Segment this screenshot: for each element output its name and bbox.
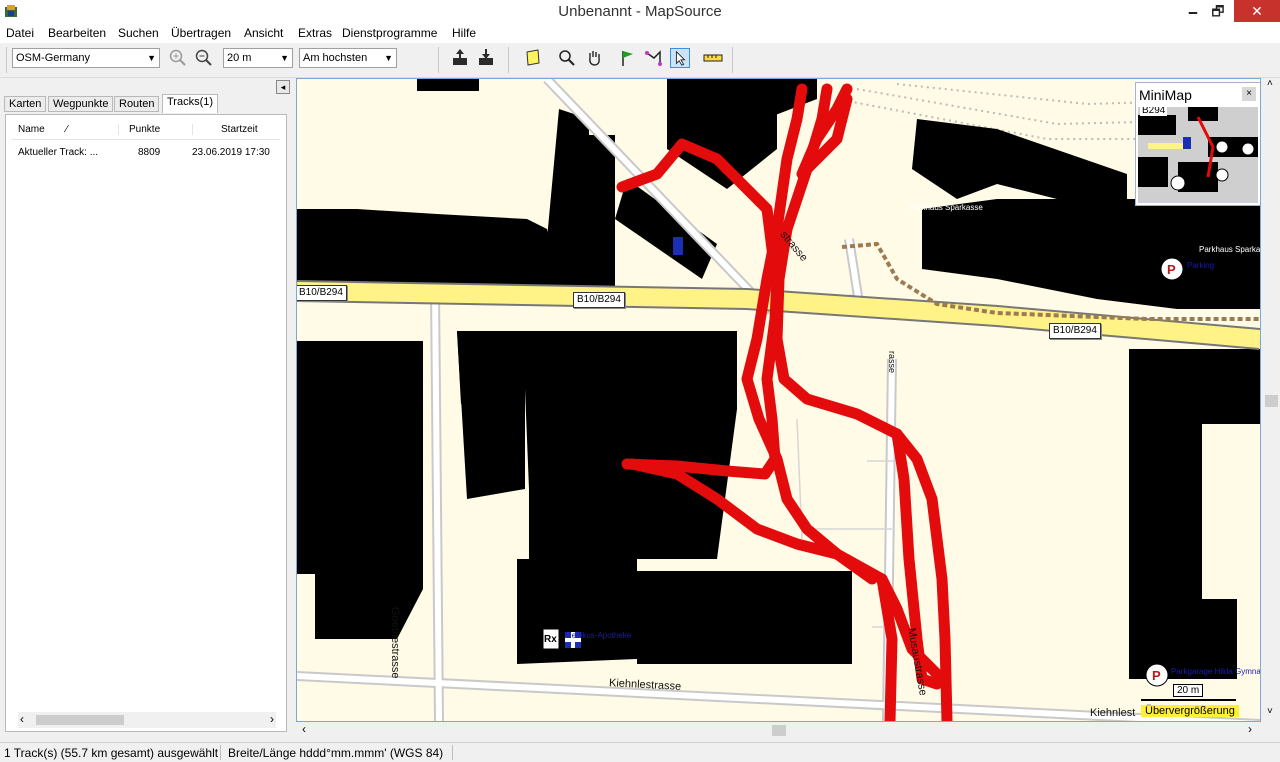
data-panel: ◂ Karten Wegpunkte Routen Tracks(1) Name… [0, 78, 292, 738]
overzoom-indicator: Übervergrößerung [1141, 705, 1239, 717]
menu-dienstprogramme[interactable]: Dienstprogramme [342, 26, 437, 40]
detail-level-select[interactable]: Am hochsten ▼ [299, 48, 397, 68]
road-shield-b10: B10/B294 [573, 292, 625, 308]
selection-status: 1 Track(s) (55.7 km gesamt) ausgewählt [4, 746, 219, 760]
detail-level-value: Am hochsten [303, 52, 368, 64]
close-button[interactable]: ✕ [1234, 0, 1280, 22]
status-bar: 1 Track(s) (55.7 km gesamt) ausgewählt B… [0, 742, 1280, 762]
parking-p-glyph-2: P [1152, 668, 1161, 683]
select-map-tool-icon[interactable] [523, 48, 543, 68]
map-vertical-scrollbar[interactable]: ˄ ˅ [1263, 78, 1280, 722]
scrollbar-thumb[interactable] [772, 725, 786, 736]
tracks-list-header: Name ⁄ Punkte Startzeit [12, 121, 280, 140]
tab-routen[interactable]: Routen [114, 96, 160, 112]
street-label-rasse: rasse [887, 351, 897, 374]
zoom-scale-select[interactable]: 20 m ▼ [223, 48, 293, 68]
road-shield-b10: B10/B294 [297, 285, 347, 301]
scroll-up-arrow[interactable]: ˄ [1267, 78, 1273, 89]
menu-extras[interactable]: Extras [298, 26, 332, 40]
chevron-down-icon: ▼ [384, 53, 393, 63]
receive-from-device-icon[interactable] [450, 48, 470, 68]
column-points[interactable]: Punkte [118, 124, 160, 135]
street-label-kiehnlestrasse-2: Kiehnlest [1090, 707, 1136, 719]
track-name: Aktueller Track: ... [18, 147, 99, 158]
chevron-down-icon: ▼ [280, 53, 289, 63]
measure-ruler-icon[interactable] [703, 48, 723, 68]
poi-label-parking: Parking [1187, 261, 1215, 270]
send-to-device-icon[interactable] [476, 48, 496, 68]
parking-p-glyph-1: P [1167, 262, 1176, 277]
menu-ansicht[interactable]: Ansicht [244, 26, 283, 40]
minimap-canvas [1138, 107, 1258, 203]
track-points: 8809 [138, 147, 161, 158]
poi-label-parkgarage: Parkgarage Hilda Gymnasium [1171, 667, 1261, 676]
chevron-down-icon: ▼ [147, 53, 156, 63]
fuel-station-marker [673, 237, 683, 255]
zoom-tool-icon[interactable] [557, 48, 577, 68]
collapse-panel-button[interactable]: ◂ [276, 80, 290, 94]
title-bar: Unbenannt - MapSource 🗕 🗗 ✕ [0, 0, 1280, 24]
scroll-left-arrow[interactable]: ‹ [302, 722, 306, 736]
column-starttime[interactable]: Startzeit [192, 124, 258, 135]
toolbar-separator [732, 47, 733, 73]
poi-label-parkhaus-2: Parkhaus Sparkasse [1199, 245, 1261, 254]
scroll-down-arrow[interactable]: ˅ [1267, 706, 1273, 717]
minimap-road-label: B294 [1140, 107, 1168, 116]
menu-bearbeiten[interactable]: Bearbeiten [48, 26, 106, 40]
horizontal-scrollbar[interactable]: ‹ › [18, 712, 276, 728]
minimap-title: MiniMap [1139, 87, 1192, 103]
poi-label-apotheke: Medikus-Apotheke [565, 631, 632, 640]
poi-label-parkhaus: Parkhaus Sparkasse [909, 203, 983, 212]
menu-suchen[interactable]: Suchen [118, 26, 159, 40]
coordinate-format: Breite/Länge hddd°mm.mmm' (WGS 84) [228, 746, 444, 760]
map-product-select[interactable]: OSM-Germany ▼ [12, 48, 160, 68]
scroll-right-arrow[interactable]: › [270, 712, 274, 726]
tracks-list: Name ⁄ Punkte Startzeit Aktueller Track:… [5, 114, 287, 732]
restore-button[interactable]: 🗗 [1203, 0, 1233, 22]
window-title: Unbenannt - MapSource [558, 3, 722, 20]
map-area: P P Rx B10/B294 B10/B294 B10/B294 Goethe… [296, 78, 1280, 738]
pan-hand-icon[interactable] [584, 48, 604, 68]
minimap-close-button[interactable]: × [1242, 87, 1256, 101]
menu-hilfe[interactable]: Hilfe [452, 26, 476, 40]
minimap[interactable]: MiniMap × B294 [1135, 82, 1260, 206]
route-tool-icon[interactable] [644, 48, 664, 68]
menu-datei[interactable]: Datei [6, 26, 34, 40]
selection-pointer-icon[interactable] [670, 48, 690, 68]
map-horizontal-scrollbar[interactable]: ‹ › [296, 722, 1262, 738]
waypoint-flag-icon[interactable] [618, 48, 638, 68]
scroll-right-arrow[interactable]: › [1248, 722, 1252, 736]
tab-tracks[interactable]: Tracks(1) [162, 94, 219, 113]
map-canvas[interactable]: P P Rx [297, 79, 1260, 721]
scale-label: 20 m [1173, 684, 1204, 697]
sort-indicator: ⁄ [66, 124, 68, 135]
status-divider [220, 745, 221, 760]
minimap-view[interactable]: B294 [1138, 107, 1258, 203]
toolbar-grip [6, 47, 7, 73]
pharmacy-rx-glyph: Rx [544, 634, 557, 645]
menu-uebertragen[interactable]: Übertragen [171, 26, 231, 40]
menu-bar: Datei Bearbeiten Suchen Übertragen Ansic… [0, 24, 1280, 43]
toolbar-separator [508, 47, 509, 73]
toolbar-separator [438, 47, 439, 73]
zoom-out-icon[interactable] [194, 48, 214, 68]
status-divider [452, 745, 453, 760]
map-product-value: OSM-Germany [16, 52, 90, 64]
map-view[interactable]: P P Rx B10/B294 B10/B294 B10/B294 Goethe… [296, 78, 1261, 722]
scrollbar-thumb[interactable] [1265, 395, 1278, 407]
tab-karten[interactable]: Karten [4, 96, 47, 112]
column-name[interactable]: Name [18, 124, 45, 135]
zoom-in-icon[interactable] [168, 48, 188, 68]
table-row[interactable]: Aktueller Track: ... 8809 23.06.2019 17:… [12, 145, 280, 161]
scrollbar-thumb[interactable] [36, 715, 124, 725]
scroll-left-arrow[interactable]: ‹ [20, 712, 24, 726]
track-start: 23.06.2019 17:30 [192, 147, 270, 158]
tab-wegpunkte[interactable]: Wegpunkte [48, 96, 114, 112]
street-label-goethestrasse: Goethestrasse [389, 607, 401, 679]
toolbar: OSM-Germany ▼ 20 m ▼ Am hochsten ▼ [0, 43, 1280, 78]
road-shield-b10: B10/B294 [1049, 323, 1101, 339]
zoom-scale-value: 20 m [227, 52, 252, 64]
scale-bar [1141, 699, 1236, 701]
